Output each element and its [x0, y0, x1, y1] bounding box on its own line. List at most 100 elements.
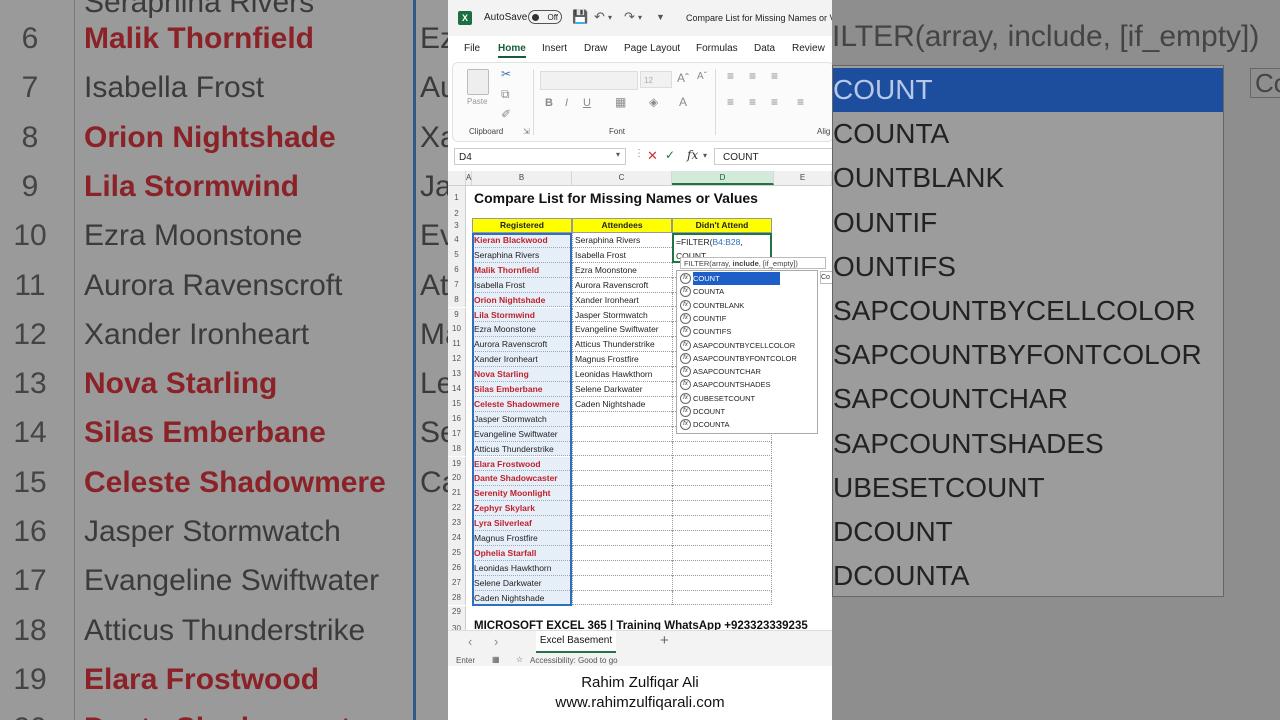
autocomplete-item-countif[interactable]: fx COUNTIF — [677, 312, 817, 325]
attendee-cell[interactable]: Magnus Frostfire — [572, 352, 672, 368]
registered-cell[interactable]: Dante Shadowcaster — [472, 471, 572, 487]
copy-icon[interactable]: ⧉ — [501, 87, 510, 102]
insert-function-button[interactable]: fx — [687, 148, 698, 162]
select-all-corner[interactable] — [448, 171, 466, 185]
registered-cell[interactable]: Xander Ironheart — [472, 352, 572, 368]
registered-cell[interactable]: Lila Stormwind — [472, 307, 572, 323]
name-box-dropdown-icon[interactable]: ▾ — [616, 150, 620, 159]
registered-cell[interactable]: Isabella Frost — [472, 277, 572, 293]
registered-cell[interactable]: Lyra Silverleaf — [472, 516, 572, 531]
didnt-attend-cell[interactable] — [672, 531, 772, 546]
registered-cell[interactable]: Elara Frostwood — [472, 456, 572, 472]
borders-icon[interactable]: ▦ — [615, 95, 626, 109]
fill-color-icon[interactable]: ◈ — [649, 95, 658, 109]
attendee-cell[interactable]: Caden Nightshade — [572, 396, 672, 412]
autocomplete-item-asapcountbycellcolor[interactable]: fx ASAPCOUNTBYCELLCOLOR — [677, 339, 817, 352]
column-header-c[interactable]: C — [572, 171, 672, 185]
enter-formula-icon[interactable]: ✓ — [665, 148, 675, 162]
attendee-cell[interactable]: Jasper Stormwatch — [572, 307, 672, 323]
tab-file[interactable]: File — [464, 43, 480, 54]
row-number[interactable]: 11 — [448, 337, 466, 353]
row-number[interactable]: 14 — [448, 382, 466, 397]
registered-cell[interactable]: Silas Emberbane — [472, 382, 572, 397]
attendee-cell[interactable] — [572, 531, 672, 546]
registered-cell[interactable]: Atticus Thunderstrike — [472, 441, 572, 457]
row-number[interactable]: 9 — [448, 307, 466, 323]
attendee-cell[interactable] — [572, 441, 672, 457]
didnt-attend-cell[interactable] — [672, 560, 772, 576]
tab-page-layout[interactable]: Page Layout — [624, 43, 680, 54]
attendee-cell[interactable] — [572, 575, 672, 591]
autocomplete-item-asapcountshades[interactable]: fx ASAPCOUNTSHADES — [677, 378, 817, 391]
registered-cell[interactable]: Malik Thornfield — [472, 262, 572, 278]
column-header-b[interactable]: B — [472, 171, 572, 185]
registered-cell[interactable]: Ophelia Starfall — [472, 545, 572, 561]
add-sheet-icon[interactable]: + — [660, 632, 669, 649]
tab-data[interactable]: Data — [754, 43, 775, 54]
didnt-attend-cell[interactable] — [672, 456, 772, 472]
redo-dropdown-icon[interactable]: ▾ — [638, 13, 642, 22]
paste-label[interactable]: Paste — [467, 97, 487, 106]
align-right-icon[interactable]: ≡ — [771, 95, 778, 109]
fx-dropdown-icon[interactable]: ▾ — [703, 151, 707, 160]
attendee-cell[interactable] — [572, 456, 672, 472]
autocomplete-item-cubesetcount[interactable]: fx CUBESETCOUNT — [677, 392, 817, 405]
dialog-launcher-icon[interactable]: ⇲ — [523, 127, 530, 136]
row-number[interactable]: 7 — [448, 277, 466, 293]
autocomplete-item-asapcountbyfontcolor[interactable]: fx ASAPCOUNTBYFONTCOLOR — [677, 352, 817, 365]
row-number[interactable]: 21 — [448, 486, 466, 502]
attendee-cell[interactable]: Isabella Frost — [572, 247, 672, 263]
registered-cell[interactable]: Zephyr Skylark — [472, 501, 572, 517]
tab-formulas[interactable]: Formulas — [696, 43, 738, 54]
align-middle-icon[interactable]: ≡ — [749, 69, 756, 83]
row-number[interactable]: 5 — [448, 247, 466, 263]
undo-dropdown-icon[interactable]: ▾ — [608, 13, 612, 22]
didnt-attend-cell[interactable] — [672, 486, 772, 502]
bold-icon[interactable]: B — [545, 97, 553, 109]
autocomplete-item-dcounta[interactable]: fx DCOUNTA — [677, 418, 817, 431]
underline-icon[interactable]: U — [583, 97, 591, 109]
autocomplete-item-countifs[interactable]: fx COUNTIFS — [677, 325, 817, 338]
attendee-cell[interactable] — [572, 426, 672, 442]
column-header-e[interactable]: E — [774, 171, 832, 185]
autocomplete-item-counta[interactable]: fx COUNTA — [677, 285, 817, 298]
didnt-attend-cell[interactable] — [672, 471, 772, 487]
registered-cell[interactable]: Selene Darkwater — [472, 575, 572, 591]
registered-cell[interactable]: Seraphina Rivers — [472, 247, 572, 263]
decrease-font-icon[interactable]: Aˇ — [697, 71, 707, 82]
registered-cell[interactable]: Serenity Moonlight — [472, 486, 572, 502]
row-number[interactable]: 26 — [448, 560, 466, 576]
next-sheet-icon[interactable]: › — [494, 634, 498, 649]
attendee-cell[interactable]: Seraphina Rivers — [572, 233, 672, 248]
format-painter-icon[interactable]: ✐ — [501, 107, 511, 121]
align-left-icon[interactable]: ≡ — [727, 95, 734, 109]
row-number[interactable]: 16 — [448, 411, 466, 427]
attendee-cell[interactable]: Atticus Thunderstrike — [572, 337, 672, 353]
attendee-cell[interactable]: Ezra Moonstone — [572, 262, 672, 278]
row-number[interactable]: 27 — [448, 575, 466, 591]
attendee-cell[interactable] — [572, 545, 672, 561]
customize-qat-icon[interactable]: ▼ — [656, 12, 665, 22]
row-number[interactable]: 29 — [448, 605, 466, 618]
row-number[interactable]: 1 — [448, 186, 466, 210]
align-bottom-icon[interactable]: ≡ — [771, 69, 778, 83]
column-header-d[interactable]: D — [672, 171, 774, 185]
didnt-attend-cell[interactable] — [672, 516, 772, 531]
row-number[interactable]: 2 — [448, 210, 466, 218]
attendee-cell[interactable] — [572, 590, 672, 606]
cut-icon[interactable]: ✂ — [501, 67, 511, 81]
autosave-toggle[interactable]: Off — [528, 10, 562, 24]
didnt-attend-cell[interactable] — [672, 545, 772, 561]
row-number[interactable]: 18 — [448, 441, 466, 457]
accessibility-icon[interactable]: ☆ — [516, 655, 523, 664]
name-box[interactable]: D4 — [454, 148, 626, 165]
registered-cell[interactable]: Leonidas Hawkthorn — [472, 560, 572, 576]
row-number[interactable]: 3 — [448, 218, 466, 233]
attendee-cell[interactable] — [572, 486, 672, 502]
registered-cell[interactable]: Jasper Stormwatch — [472, 411, 572, 427]
paste-icon[interactable] — [467, 69, 489, 95]
font-color-icon[interactable]: A — [679, 95, 687, 109]
attendee-cell[interactable]: Evangeline Swiftwater — [572, 322, 672, 338]
row-number[interactable]: 4 — [448, 233, 466, 248]
registered-cell[interactable]: Evangeline Swiftwater — [472, 426, 572, 442]
